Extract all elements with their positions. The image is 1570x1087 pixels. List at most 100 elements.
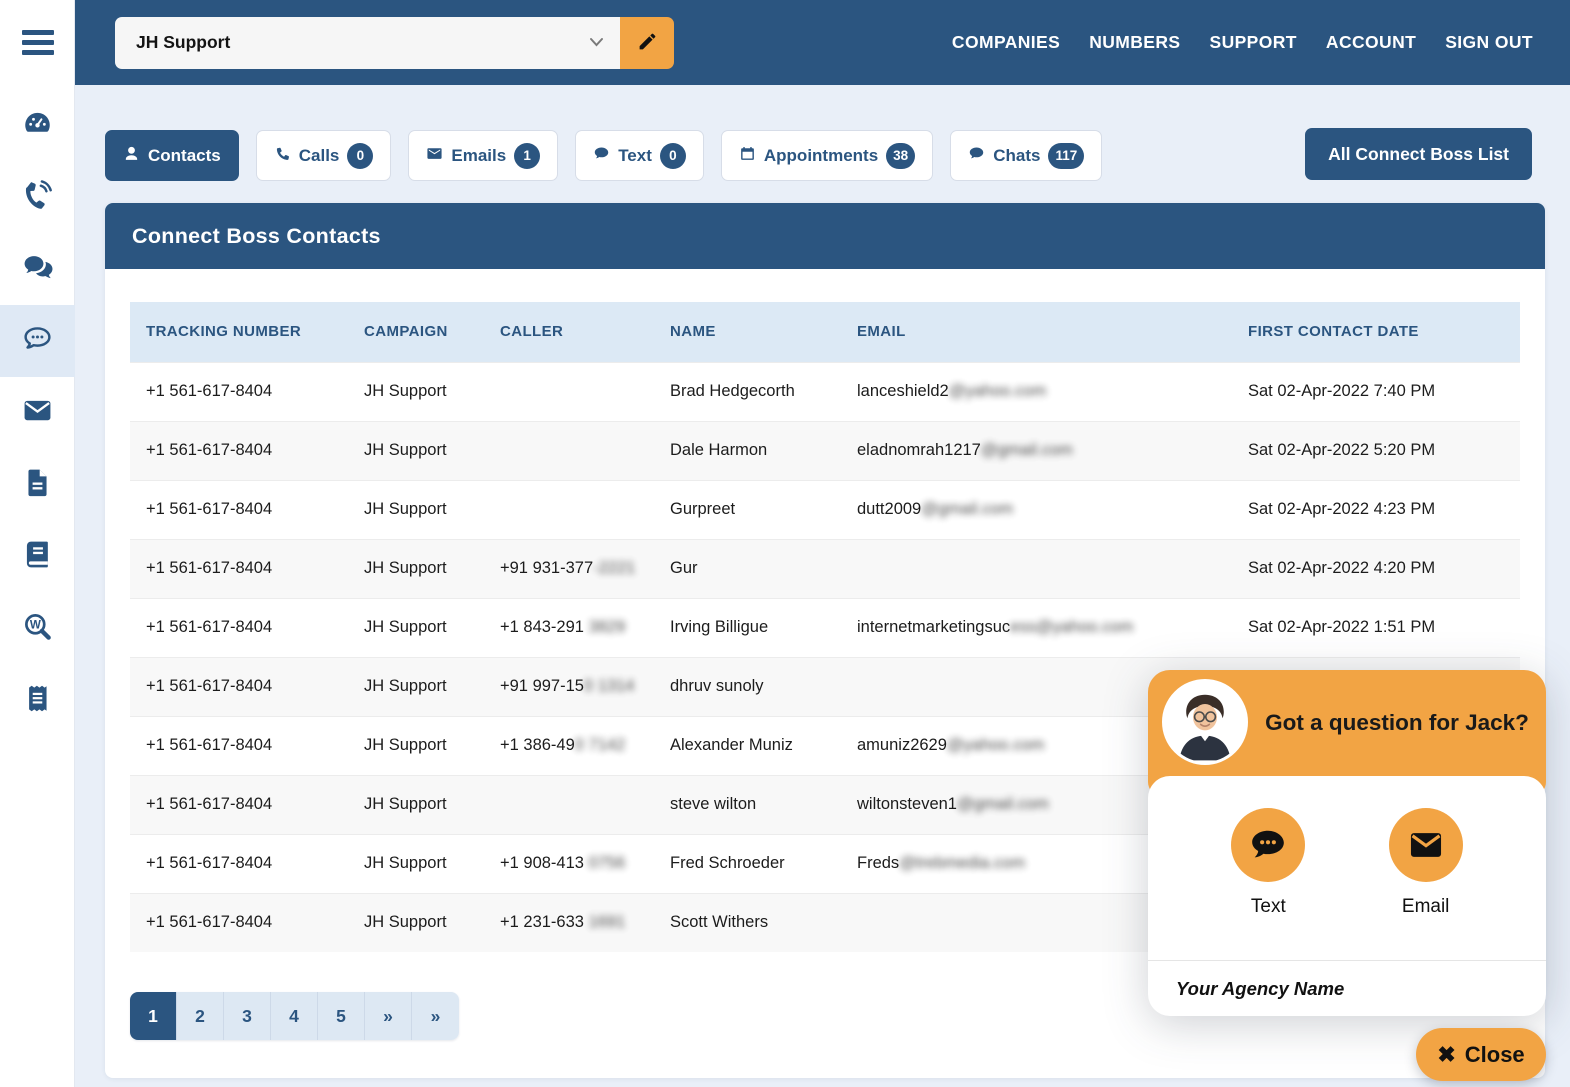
sidebar-item-documents[interactable] xyxy=(0,449,75,521)
table-row: +1 561-617-8404 JH Support Dale Harmon e… xyxy=(130,421,1520,480)
cell-campaign: JH Support xyxy=(348,657,484,716)
table-row: +1 561-617-8404 JH Support Brad Hedgecor… xyxy=(130,362,1520,421)
sidebar-item-billing[interactable] xyxy=(0,665,75,737)
cell-caller xyxy=(484,775,654,834)
page: W JH Support COMPANIES NUMBERS SUPPORT A… xyxy=(0,0,1570,1087)
tab-label: Calls xyxy=(299,146,340,166)
pagination-page[interactable]: 4 xyxy=(271,992,318,1040)
column-header-campaign: CAMPAIGN xyxy=(348,302,484,362)
cell-first-contact-date: Sat 02-Apr-2022 5:20 PM xyxy=(1232,421,1520,480)
pagination-page[interactable]: 2 xyxy=(177,992,224,1040)
cell-email: internetmarketingsucess@yahoo.com xyxy=(841,598,1232,657)
panel-title: Connect Boss Contacts xyxy=(132,224,381,249)
nav-link-support[interactable]: SUPPORT xyxy=(1210,32,1297,53)
tab-chats[interactable]: Chats 117 xyxy=(950,130,1102,181)
text-action-label: Text xyxy=(1251,896,1286,918)
tab-appointments[interactable]: Appointments 38 xyxy=(721,130,933,181)
pagination-page[interactable]: 3 xyxy=(224,992,271,1040)
menu-icon[interactable] xyxy=(0,0,75,85)
sidebar-item-chats[interactable] xyxy=(0,233,75,305)
nav-link-account[interactable]: ACCOUNT xyxy=(1326,32,1416,53)
cell-tracking-number: +1 561-617-8404 xyxy=(130,362,348,421)
cell-first-contact-date: Sat 02-Apr-2022 1:51 PM xyxy=(1232,598,1520,657)
cell-caller xyxy=(484,480,654,539)
comments-icon xyxy=(22,251,53,287)
count-badge: 0 xyxy=(347,143,373,169)
chat-widget-text-action[interactable]: Text xyxy=(1231,808,1305,918)
nav-link-numbers[interactable]: NUMBERS xyxy=(1089,32,1180,53)
cell-caller: +1 908-413 0756 xyxy=(484,834,654,893)
company-selector-group: JH Support xyxy=(115,17,674,69)
pagination-page[interactable]: 1 xyxy=(130,992,177,1040)
tab-text[interactable]: Text 0 xyxy=(575,130,704,181)
redacted-email-part: @gmail.com xyxy=(921,500,1013,518)
close-label: Close xyxy=(1465,1042,1525,1068)
nav-link-sign-out[interactable]: SIGN OUT xyxy=(1445,32,1533,53)
pagination-page[interactable]: » xyxy=(412,992,459,1040)
tab-contacts[interactable]: Contacts xyxy=(105,130,239,181)
calendar-icon xyxy=(739,145,756,167)
cell-email: lanceshield2@yahoo.com xyxy=(841,362,1232,421)
cell-caller xyxy=(484,362,654,421)
company-selector-dropdown[interactable]: JH Support xyxy=(115,17,620,69)
company-selector-value: JH Support xyxy=(136,32,230,53)
cell-campaign: JH Support xyxy=(348,362,484,421)
cell-name: Scott Withers xyxy=(654,893,841,952)
chat-widget-body: Text Email Your Agency Name xyxy=(1148,776,1546,1016)
envelope-icon xyxy=(426,145,443,167)
nav-link-companies[interactable]: COMPANIES xyxy=(952,32,1060,53)
close-widget-button[interactable]: ✖ Close xyxy=(1416,1028,1546,1081)
tab-label: Text xyxy=(618,146,652,166)
cell-name: Irving Billigue xyxy=(654,598,841,657)
sidebar-item-keyword-search[interactable]: W xyxy=(0,593,75,665)
cell-campaign: JH Support xyxy=(348,834,484,893)
pagination-page[interactable]: » xyxy=(365,992,412,1040)
cell-first-contact-date: Sat 02-Apr-2022 7:40 PM xyxy=(1232,362,1520,421)
edit-company-button[interactable] xyxy=(620,17,674,69)
cell-tracking-number: +1 561-617-8404 xyxy=(130,421,348,480)
tabs-row: Contacts Calls 0 Emails 1 Text 0 Appoint… xyxy=(105,130,1102,181)
redacted-caller-digits: -2221 xyxy=(593,559,635,577)
sidebar-item-contacts-book[interactable] xyxy=(0,521,75,593)
cell-tracking-number: +1 561-617-8404 xyxy=(130,539,348,598)
comment-dots-icon xyxy=(22,323,53,359)
pagination: 12345»» xyxy=(130,992,459,1040)
tab-label: Contacts xyxy=(148,146,221,166)
sidebar-item-calls[interactable] xyxy=(0,161,75,233)
file-icon xyxy=(22,467,53,503)
all-connect-boss-list-button[interactable]: All Connect Boss List xyxy=(1305,128,1532,180)
redacted-email-part: @gmail.com xyxy=(957,795,1049,813)
cell-first-contact-date: Sat 02-Apr-2022 4:23 PM xyxy=(1232,480,1520,539)
cell-campaign: JH Support xyxy=(348,716,484,775)
cell-campaign: JH Support xyxy=(348,480,484,539)
cell-campaign: JH Support xyxy=(348,598,484,657)
table-row: +1 561-617-8404 JH Support +1 843-291 38… xyxy=(130,598,1520,657)
cell-email: eladnomrah1217@gmail.com xyxy=(841,421,1232,480)
cell-campaign: JH Support xyxy=(348,775,484,834)
cell-caller: +1 231-633 1691 xyxy=(484,893,654,952)
sidebar-item-text-messages[interactable] xyxy=(0,305,75,377)
agency-name: Your Agency Name xyxy=(1148,960,1546,1016)
cell-tracking-number: +1 561-617-8404 xyxy=(130,775,348,834)
cell-name: Gurpreet xyxy=(654,480,841,539)
cell-name: Gur xyxy=(654,539,841,598)
svg-text:W: W xyxy=(30,619,41,632)
redacted-caller-digits: 3829 xyxy=(584,618,625,636)
w-search-icon: W xyxy=(22,611,53,647)
chat-widget-email-action[interactable]: Email xyxy=(1389,808,1463,918)
column-header-first-contact-date: FIRST CONTACT DATE xyxy=(1232,302,1520,362)
sidebar: W xyxy=(0,0,75,1087)
cell-name: Dale Harmon xyxy=(654,421,841,480)
tab-calls[interactable]: Calls 0 xyxy=(256,130,392,181)
sidebar-item-dashboard[interactable] xyxy=(0,89,75,161)
cell-tracking-number: +1 561-617-8404 xyxy=(130,598,348,657)
redacted-caller-digits: 0 7142 xyxy=(575,736,625,754)
cell-tracking-number: +1 561-617-8404 xyxy=(130,657,348,716)
table-row: +1 561-617-8404 JH Support +91 931-377-2… xyxy=(130,539,1520,598)
tab-emails[interactable]: Emails 1 xyxy=(408,130,558,181)
envelope-icon xyxy=(1389,808,1463,882)
redacted-email-part: @yahoo.com xyxy=(949,382,1046,400)
pagination-page[interactable]: 5 xyxy=(318,992,365,1040)
sidebar-item-email[interactable] xyxy=(0,377,75,449)
dashboard-icon xyxy=(22,107,53,143)
